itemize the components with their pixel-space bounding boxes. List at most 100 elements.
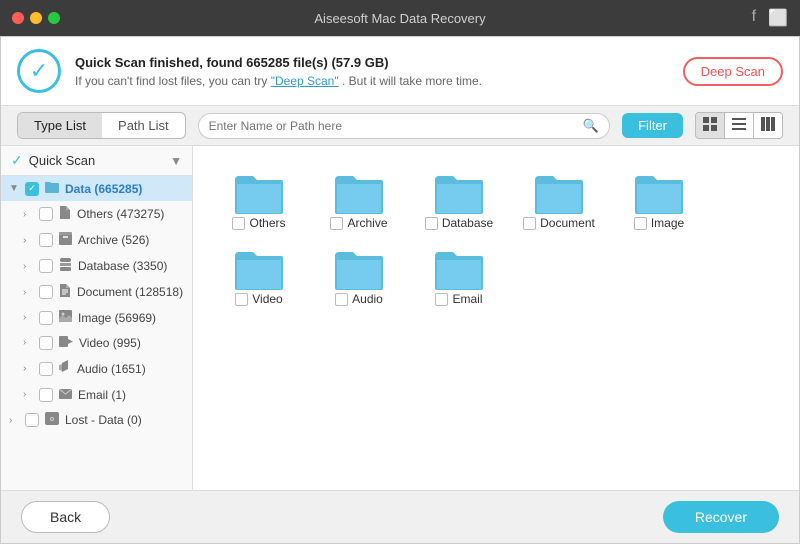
message-icon[interactable]: ⬜ [768, 8, 788, 28]
search-icon: 🔍 [583, 118, 599, 134]
expand-icon: › [23, 235, 35, 246]
image-file-checkbox[interactable] [634, 217, 647, 230]
view-columns-button[interactable] [754, 113, 782, 138]
archive-file-label: Archive [347, 216, 387, 230]
database-file-checkbox[interactable] [425, 217, 438, 230]
audio-file-checkbox[interactable] [335, 293, 348, 306]
video-file-label: Video [252, 292, 282, 306]
expand-icon: › [9, 415, 21, 426]
email-file-checkbox[interactable] [435, 293, 448, 306]
tab-type-list[interactable]: Type List [18, 113, 102, 138]
image-file-label: Image [651, 216, 684, 230]
back-button[interactable]: Back [21, 501, 110, 533]
header-section: ✓ Quick Scan finished, found 665285 file… [1, 37, 799, 106]
expand-icon: › [23, 261, 35, 272]
sidebar-lost-label: Lost - Data (0) [65, 413, 186, 427]
sidebar-item-video[interactable]: › Video (995) [1, 330, 192, 355]
bottom-bar: Back Recover [1, 490, 799, 543]
document-icon [59, 284, 71, 300]
audio-file-label: Audio [352, 292, 383, 306]
scan-check-icon: ✓ [11, 152, 23, 169]
data-checkbox[interactable]: ✓ [25, 182, 39, 196]
email-checkbox[interactable] [39, 388, 53, 402]
video-file-checkbox[interactable] [235, 293, 248, 306]
sidebar: ✓ Quick Scan ▼ ▼ ✓ Data (665285) › [1, 146, 193, 490]
success-icon: ✓ [17, 49, 61, 93]
sidebar-database-label: Database (3350) [78, 259, 186, 273]
sidebar-video-label: Video (995) [79, 336, 186, 350]
deep-scan-link[interactable]: "Deep Scan" [271, 74, 339, 88]
file-item-database[interactable]: Database [409, 162, 509, 238]
minimize-button[interactable] [30, 12, 42, 24]
file-item-others[interactable]: Others [209, 162, 309, 238]
others-file-checkbox[interactable] [232, 217, 245, 230]
video-checkbox[interactable] [39, 336, 53, 350]
header-text: Quick Scan finished, found 665285 file(s… [75, 55, 482, 88]
audio-checkbox[interactable] [39, 362, 53, 376]
image-icon [59, 310, 72, 325]
view-grid-button[interactable] [696, 113, 725, 138]
sidebar-others-label: Others (473275) [77, 207, 186, 221]
file-item-bottom: Audio [335, 292, 383, 306]
file-item-email[interactable]: Email [409, 238, 509, 314]
file-item-video[interactable]: Video [209, 238, 309, 314]
file-item-archive[interactable]: Archive [309, 162, 409, 238]
sidebar-item-image[interactable]: › Image (56969) [1, 305, 192, 330]
toolbar-row: Type List Path List 🔍 Filter [1, 106, 799, 146]
disk-icon [45, 412, 59, 428]
sub-message: If you can't find lost files, you can tr… [75, 74, 482, 88]
sidebar-audio-label: Audio (1651) [77, 362, 186, 376]
document-checkbox[interactable] [39, 285, 53, 299]
database-checkbox[interactable] [39, 259, 53, 273]
file-item-bottom: Document [523, 216, 595, 230]
lost-checkbox[interactable] [25, 413, 39, 427]
file-item-bottom: Video [235, 292, 282, 306]
expand-icon: ▼ [9, 183, 21, 194]
chevron-down-icon: ▼ [170, 154, 182, 168]
scan-selector[interactable]: ✓ Quick Scan ▼ [1, 146, 192, 176]
sidebar-item-document[interactable]: › Document (128518) [1, 279, 192, 305]
view-list-button[interactable] [725, 113, 754, 138]
database-file-label: Database [442, 216, 493, 230]
document-file-checkbox[interactable] [523, 217, 536, 230]
deep-scan-button[interactable]: Deep Scan [683, 57, 783, 86]
image-checkbox[interactable] [39, 311, 53, 325]
email-file-label: Email [452, 292, 482, 306]
tab-group: Type List Path List [17, 112, 186, 139]
filter-button[interactable]: Filter [622, 113, 683, 138]
recover-button[interactable]: Recover [663, 501, 779, 533]
archive-checkbox[interactable] [39, 233, 53, 247]
maximize-button[interactable] [48, 12, 60, 24]
title-bar: Aiseesoft Mac Data Recovery f ⬜ [0, 0, 800, 36]
email-icon [59, 387, 72, 402]
facebook-icon[interactable]: f [752, 8, 756, 28]
sidebar-item-database[interactable]: › Database (3350) [1, 253, 192, 279]
sidebar-item-audio[interactable]: › Audio (1651) [1, 355, 192, 382]
tab-path-list[interactable]: Path List [102, 113, 185, 138]
folder-icon [45, 181, 59, 196]
sidebar-email-label: Email (1) [78, 388, 186, 402]
others-file-label: Others [249, 216, 285, 230]
search-input[interactable] [209, 119, 577, 133]
sidebar-item-lost[interactable]: › Lost - Data (0) [1, 407, 192, 433]
sidebar-item-others[interactable]: › Others (473275) [1, 201, 192, 227]
sidebar-item-email[interactable]: › Email (1) [1, 382, 192, 407]
file-item-document[interactable]: Document [509, 162, 609, 238]
sidebar-image-label: Image (56969) [78, 311, 186, 325]
expand-icon: › [23, 389, 35, 400]
file-area: Others Archive [193, 146, 799, 490]
file-item-image[interactable]: Image [609, 162, 709, 238]
file-icon [59, 206, 71, 222]
search-bar: 🔍 [198, 113, 610, 139]
file-item-bottom: Others [232, 216, 285, 230]
file-item-audio[interactable]: Audio [309, 238, 409, 314]
body-row: ✓ Quick Scan ▼ ▼ ✓ Data (665285) › [1, 146, 799, 490]
close-button[interactable] [12, 12, 24, 24]
others-checkbox[interactable] [39, 207, 53, 221]
traffic-lights [12, 12, 60, 24]
sidebar-item-data[interactable]: ▼ ✓ Data (665285) [1, 176, 192, 201]
expand-icon: › [23, 209, 35, 220]
sidebar-item-archive[interactable]: › Archive (526) [1, 227, 192, 253]
file-item-bottom: Database [425, 216, 493, 230]
archive-file-checkbox[interactable] [330, 217, 343, 230]
